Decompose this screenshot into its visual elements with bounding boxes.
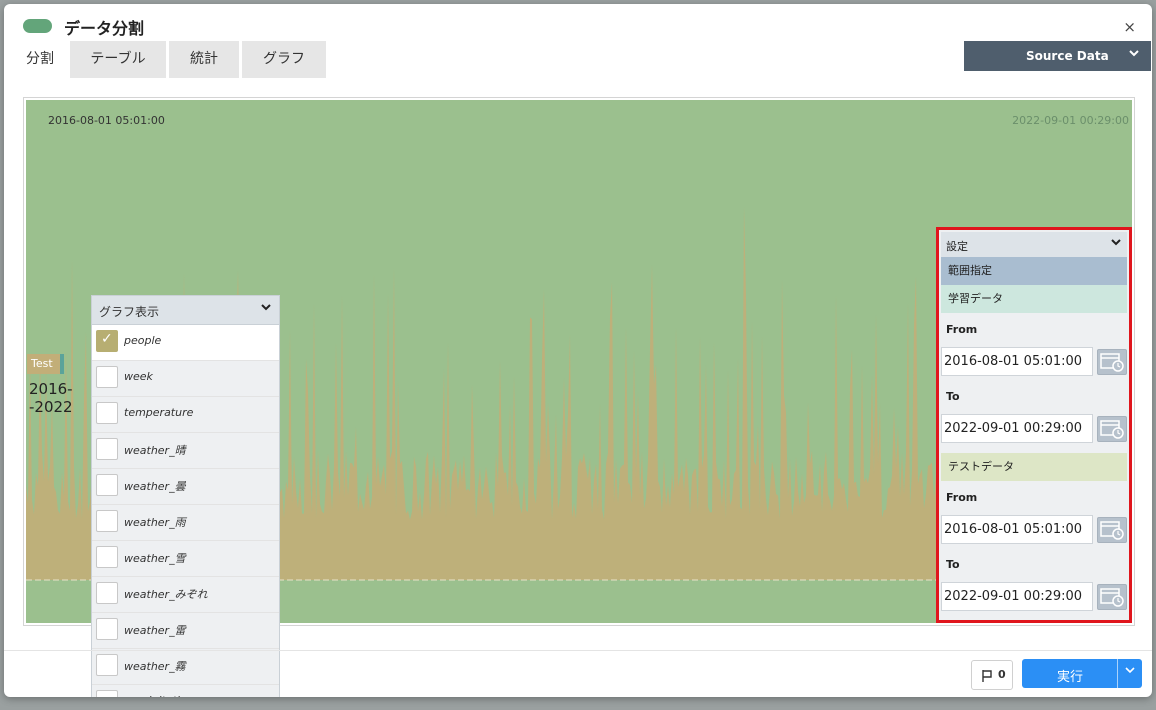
run-button[interactable]: 実行 <box>1022 659 1142 688</box>
series-checkbox[interactable]: ✓ <box>96 330 118 352</box>
graph-series-list: ✓ people week temperature weather_晴 weather_曇… <box>92 325 279 697</box>
test-range-start: 2016- <box>29 380 73 398</box>
graph-series-item[interactable]: weather_雪 <box>92 541 279 577</box>
calendar-clock-icon[interactable] <box>1097 349 1127 375</box>
test-range-tag[interactable]: Test <box>27 354 64 374</box>
calendar-clock-icon[interactable] <box>1097 584 1127 610</box>
series-label: precipitation <box>124 694 194 697</box>
test-range-handle[interactable] <box>60 354 64 374</box>
settings-panel: 設定 範囲指定 学習データ From 2016-08-01 05:01:00 T… <box>936 227 1132 623</box>
series-checkbox[interactable] <box>96 402 118 424</box>
series-checkbox[interactable] <box>96 690 118 697</box>
series-checkbox[interactable] <box>96 546 118 568</box>
tab-table[interactable]: テーブル <box>70 41 166 78</box>
test-from-label: From <box>946 491 978 504</box>
graph-series-item[interactable]: weather_晴 <box>92 433 279 469</box>
graph-series-item[interactable]: weather_曇 <box>92 469 279 505</box>
footer-divider <box>4 650 1152 651</box>
calendar-clock-icon[interactable] <box>1097 416 1127 442</box>
series-checkbox[interactable] <box>96 474 118 496</box>
series-checkbox[interactable] <box>96 438 118 460</box>
flag-button[interactable]: 0 <box>971 660 1013 690</box>
chart-container: 2016-08-01 05:01:00 2022-09-01 00:29:00 … <box>23 97 1135 697</box>
run-label: 実行 <box>1057 670 1084 685</box>
series-checkbox[interactable] <box>96 510 118 532</box>
series-checkbox[interactable] <box>96 582 118 604</box>
chart-end-date: 2022-09-01 00:29:00 <box>1012 114 1129 127</box>
train-from-field: 2016-08-01 05:01:00 <box>941 347 1127 376</box>
graph-series-item[interactable]: weather_霧 <box>92 649 279 685</box>
test-range-text: 2016- -2022 <box>29 380 73 416</box>
train-from-label: From <box>946 323 978 336</box>
series-label: weather_霧 <box>124 660 186 673</box>
source-data-dropdown[interactable]: Source Data <box>964 41 1151 71</box>
tab-split[interactable]: 分割 <box>13 41 67 78</box>
graph-display-label: グラフ表示 <box>99 305 160 319</box>
run-divider <box>1117 659 1118 688</box>
graph-series-item[interactable]: weather_雨 <box>92 505 279 541</box>
series-checkbox[interactable] <box>96 654 118 676</box>
graph-series-item[interactable]: weather_雷 <box>92 613 279 649</box>
train-data-row[interactable]: 学習データ <box>941 285 1127 313</box>
chevron-down-icon <box>259 300 273 318</box>
graph-series-item[interactable]: week <box>92 361 279 397</box>
test-range-end: -2022 <box>29 398 73 416</box>
chart-start-date: 2016-08-01 05:01:00 <box>48 114 165 127</box>
checkmark-icon: ✓ <box>101 331 113 347</box>
series-label: people <box>124 334 162 347</box>
dialog-title: データ分割 <box>64 19 145 38</box>
train-to-label: To <box>946 390 960 403</box>
test-from-field: 2016-08-01 05:01:00 <box>941 515 1127 544</box>
series-label: weather_雷 <box>124 624 186 637</box>
graph-series-item[interactable]: temperature <box>92 397 279 433</box>
series-label: weather_晴 <box>124 444 186 457</box>
graph-series-item[interactable]: weather_みぞれ <box>92 577 279 613</box>
series-label: temperature <box>124 406 194 419</box>
graph-display-header[interactable]: グラフ表示 <box>92 296 279 325</box>
title-badge-icon <box>23 19 52 33</box>
series-label: weather_曇 <box>124 480 186 493</box>
test-to-input[interactable]: 2022-09-01 00:29:00 <box>941 582 1093 611</box>
chevron-down-icon[interactable] <box>1124 664 1136 679</box>
close-button[interactable]: × <box>1123 18 1136 36</box>
chevron-down-icon <box>1127 46 1141 64</box>
flag-count: 0 <box>998 668 1006 681</box>
settings-header[interactable]: 設定 <box>941 232 1127 257</box>
series-label: week <box>124 370 153 383</box>
series-checkbox[interactable] <box>96 366 118 388</box>
graph-display-panel: グラフ表示 ✓ people week temperature weather_晴wea… <box>91 295 280 697</box>
graph-series-item[interactable]: ✓ people <box>92 325 279 361</box>
tab-bar: 分割 テーブル 統計 グラフ <box>13 41 326 78</box>
settings-label: 設定 <box>946 240 968 253</box>
train-to-field: 2022-09-01 00:29:00 <box>941 414 1127 443</box>
tab-stats[interactable]: 統計 <box>169 41 239 78</box>
tab-graph[interactable]: グラフ <box>242 41 326 78</box>
test-to-field: 2022-09-01 00:29:00 <box>941 582 1127 611</box>
test-data-row[interactable]: テストデータ <box>941 453 1127 481</box>
series-label: weather_みぞれ <box>124 588 208 601</box>
series-label: weather_雨 <box>124 516 186 529</box>
test-to-label: To <box>946 558 960 571</box>
train-from-input[interactable]: 2016-08-01 05:01:00 <box>941 347 1093 376</box>
flag-icon <box>981 668 993 687</box>
calendar-clock-icon[interactable] <box>1097 517 1127 543</box>
source-data-label: Source Data <box>1026 49 1109 63</box>
test-from-input[interactable]: 2016-08-01 05:01:00 <box>941 515 1093 544</box>
series-label: weather_雪 <box>124 552 186 565</box>
graph-series-item[interactable]: precipitation <box>92 685 279 697</box>
chevron-down-icon <box>1109 235 1123 253</box>
data-split-dialog: データ分割 × 分割 テーブル 統計 グラフ Source Data 2016-… <box>4 4 1152 697</box>
train-to-input[interactable]: 2022-09-01 00:29:00 <box>941 414 1093 443</box>
series-checkbox[interactable] <box>96 618 118 640</box>
range-spec-row[interactable]: 範囲指定 <box>941 257 1127 285</box>
